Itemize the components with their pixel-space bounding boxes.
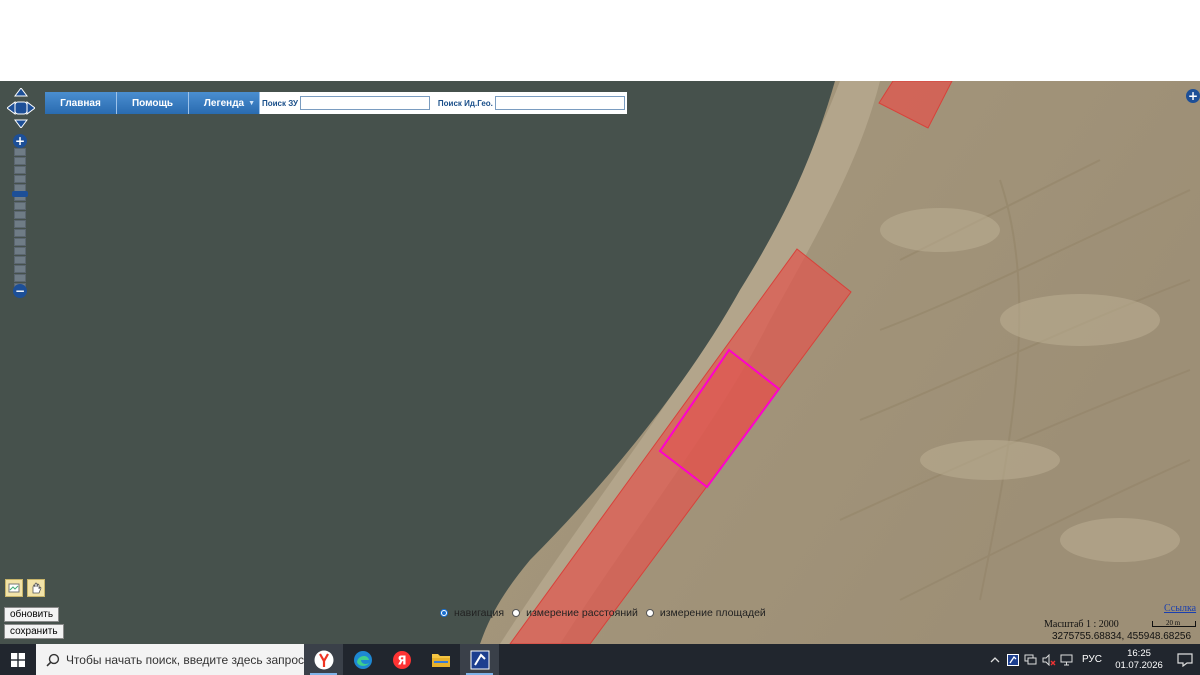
chevron-down-icon: ▼ bbox=[248, 100, 255, 107]
menu-legend-button[interactable]: Легенда ▼ bbox=[189, 92, 260, 114]
zoom-step[interactable] bbox=[14, 247, 26, 255]
expand-panel-icon[interactable]: + bbox=[1186, 89, 1200, 103]
mode-distance-label: измерение расстояний bbox=[526, 607, 638, 619]
pan-hand-icon[interactable] bbox=[27, 579, 45, 597]
windows-logo-icon bbox=[11, 652, 25, 667]
display-icon[interactable] bbox=[1058, 644, 1076, 675]
page-top-blank bbox=[0, 0, 1200, 81]
zoom-step[interactable] bbox=[14, 202, 26, 210]
mode-area-label: измерение площадей bbox=[659, 607, 766, 619]
pan-left-icon[interactable] bbox=[6, 101, 16, 115]
start-button[interactable] bbox=[0, 644, 36, 675]
notification-icon bbox=[1177, 652, 1193, 667]
zoom-step[interactable] bbox=[14, 274, 26, 282]
geoid-search-label: Поиск Ид.Гео. bbox=[437, 98, 493, 108]
language-indicator[interactable]: РУС bbox=[1082, 654, 1102, 665]
map-viewport[interactable] bbox=[0, 81, 1200, 644]
photo-app-icon bbox=[470, 650, 489, 669]
windows-taskbar: Чтобы начать поиск, введите здесь запрос… bbox=[0, 644, 1200, 675]
scale-bar-label: 20 m bbox=[1166, 619, 1181, 627]
zoom-step[interactable] bbox=[14, 238, 26, 246]
map-layers-icon[interactable] bbox=[5, 579, 23, 597]
zoom-step[interactable] bbox=[14, 175, 26, 183]
taskbar-app-file-explorer[interactable] bbox=[421, 644, 460, 675]
mode-navigation-radio[interactable] bbox=[440, 609, 448, 617]
zoom-step[interactable] bbox=[14, 166, 26, 174]
zoom-slider-handle[interactable] bbox=[12, 191, 28, 197]
parcel-search-input[interactable] bbox=[299, 96, 430, 110]
mode-distance-radio[interactable] bbox=[512, 609, 521, 617]
clock-time: 16:25 bbox=[1127, 647, 1151, 659]
taskbar-search-box[interactable]: Чтобы начать поиск, введите здесь запрос bbox=[36, 644, 304, 675]
map-tools bbox=[5, 579, 45, 597]
pan-right-icon[interactable] bbox=[26, 101, 36, 115]
taskbar-search-placeholder: Чтобы начать поиск, введите здесь запрос bbox=[65, 652, 304, 667]
mode-navigation[interactable]: навигация bbox=[440, 607, 504, 619]
save-button[interactable]: сохранить bbox=[4, 624, 64, 639]
top-menu: Главная Помощь Легенда ▼ Поиск ЗУ Поиск … bbox=[45, 92, 627, 114]
svg-text:Я: Я bbox=[397, 653, 406, 667]
search-icon bbox=[46, 653, 60, 667]
menu-legend-label: Легенда bbox=[203, 97, 245, 109]
cursor-coordinates: 3275755.68834, 455948.68256 bbox=[1052, 631, 1192, 642]
scale-label: Масштаб 1 : 2000 bbox=[1044, 619, 1119, 630]
yandex-icon: Я bbox=[392, 650, 411, 669]
taskbar-clock[interactable]: 16:25 01.07.2026 bbox=[1108, 648, 1170, 672]
pan-down-icon[interactable] bbox=[14, 119, 28, 129]
geoid-search-input[interactable] bbox=[494, 96, 625, 110]
menu-home-button[interactable]: Главная bbox=[45, 92, 117, 114]
yandex-browser-icon bbox=[314, 650, 333, 669]
zoom-in-button[interactable]: + bbox=[13, 134, 27, 148]
file-explorer-icon bbox=[431, 653, 450, 667]
network-icon[interactable] bbox=[1022, 644, 1040, 675]
search-panel: Поиск ЗУ Поиск Ид.Гео. bbox=[260, 92, 627, 114]
zoom-step[interactable] bbox=[14, 220, 26, 228]
mode-navigation-label: навигация bbox=[454, 607, 505, 619]
tool-mode-selector: навигация измерение расстояний измерение… bbox=[440, 607, 774, 619]
map-link[interactable]: Ссылка bbox=[1164, 603, 1196, 614]
satellite-map[interactable] bbox=[0, 81, 1200, 644]
zoom-slider[interactable] bbox=[14, 148, 26, 292]
taskbar-app-yandex[interactable]: Я bbox=[382, 644, 421, 675]
zoom-step[interactable] bbox=[14, 265, 26, 273]
mode-area-radio[interactable] bbox=[645, 609, 654, 617]
refresh-button[interactable]: обновить bbox=[4, 607, 60, 622]
system-tray: РУС 16:25 01.07.2026 bbox=[986, 644, 1200, 675]
notification-center-button[interactable] bbox=[1170, 644, 1200, 675]
edge-icon bbox=[353, 650, 372, 669]
zoom-step[interactable] bbox=[14, 256, 26, 264]
taskbar-app-yandex-browser[interactable] bbox=[304, 644, 343, 675]
mode-area[interactable]: измерение площадей bbox=[645, 607, 766, 619]
chevron-up-icon[interactable] bbox=[986, 644, 1004, 675]
clock-date: 01.07.2026 bbox=[1115, 659, 1163, 671]
volume-muted-icon[interactable] bbox=[1040, 644, 1058, 675]
taskbar-apps: Я bbox=[304, 644, 499, 675]
zoom-step[interactable] bbox=[14, 157, 26, 165]
taskbar-app-edge[interactable] bbox=[343, 644, 382, 675]
mode-distance[interactable]: измерение расстояний bbox=[512, 607, 638, 619]
pan-up-icon[interactable] bbox=[14, 87, 28, 97]
taskbar-app-photo[interactable] bbox=[460, 644, 499, 675]
zoom-step[interactable] bbox=[14, 229, 26, 237]
parcel-search-label: Поиск ЗУ bbox=[262, 98, 298, 108]
app-tray-icon[interactable] bbox=[1004, 644, 1022, 675]
pan-center-icon bbox=[14, 101, 28, 115]
zoom-bar: + − bbox=[12, 134, 28, 298]
zoom-out-button[interactable]: − bbox=[13, 284, 27, 298]
menu-help-button[interactable]: Помощь bbox=[117, 92, 189, 114]
pan-control[interactable] bbox=[6, 87, 36, 129]
zoom-step[interactable] bbox=[14, 211, 26, 219]
zoom-step[interactable] bbox=[14, 148, 26, 156]
